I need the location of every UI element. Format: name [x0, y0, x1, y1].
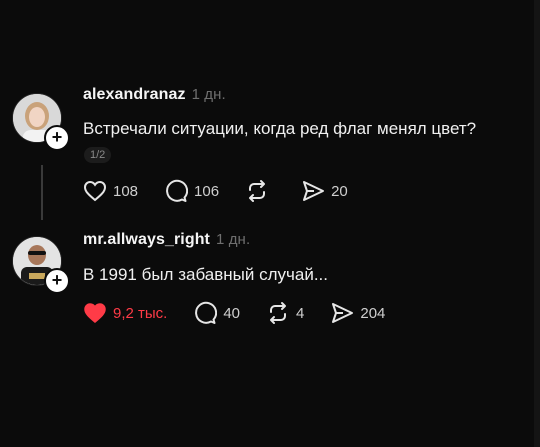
- post-time: 1 дн.: [216, 231, 251, 248]
- username-text[interactable]: mr.allways_right: [83, 231, 210, 248]
- username-text[interactable]: alexandranaz: [83, 86, 186, 103]
- share-count: 20: [331, 182, 348, 200]
- comment-icon: [166, 179, 189, 202]
- repost-icon: [249, 180, 266, 202]
- post-actions: 108 106 20: [83, 179, 374, 203]
- window-edge: [534, 0, 540, 447]
- follow-plus-icon[interactable]: +: [44, 125, 70, 151]
- share-icon: [332, 303, 354, 323]
- thread-line: [41, 165, 43, 220]
- comment-icon: [195, 301, 218, 324]
- username[interactable]: mr.allways_right 1 дн.: [83, 231, 250, 249]
- username[interactable]: alexandranaz 1 дн.: [83, 86, 226, 104]
- post-time: 1 дн.: [191, 86, 226, 103]
- share-count: 204: [360, 304, 386, 322]
- post-text: В 1991 был забавный случай...: [83, 265, 329, 284]
- share-icon: [303, 181, 325, 201]
- share-button[interactable]: 204: [330, 301, 385, 325]
- comment-count: 106: [194, 182, 220, 200]
- media-pager: 1/2: [84, 147, 112, 163]
- follow-plus-icon[interactable]: +: [44, 268, 70, 294]
- comment-count: 40: [223, 304, 241, 322]
- avatar-2[interactable]: +: [12, 236, 70, 294]
- avatar-1[interactable]: +: [12, 93, 70, 151]
- comment-button[interactable]: 106: [164, 179, 219, 203]
- post-actions: 9,2 тыс. 40 4 204: [83, 301, 411, 325]
- comment-button[interactable]: 40: [193, 301, 240, 325]
- repost-icon: [270, 302, 287, 324]
- repost-button[interactable]: [245, 179, 275, 203]
- like-count: 9,2 тыс.: [113, 304, 168, 322]
- post-text: Встречали ситуации, когда ред флаг менял…: [83, 119, 477, 138]
- like-count: 108: [113, 182, 139, 200]
- repost-count: 4: [296, 304, 305, 322]
- like-button[interactable]: 9,2 тыс.: [83, 302, 167, 324]
- heart-icon: [83, 180, 107, 202]
- like-button[interactable]: 108: [83, 180, 138, 202]
- heart-icon: [84, 303, 106, 323]
- repost-button[interactable]: 4: [266, 301, 304, 325]
- share-button[interactable]: 20: [301, 179, 348, 203]
